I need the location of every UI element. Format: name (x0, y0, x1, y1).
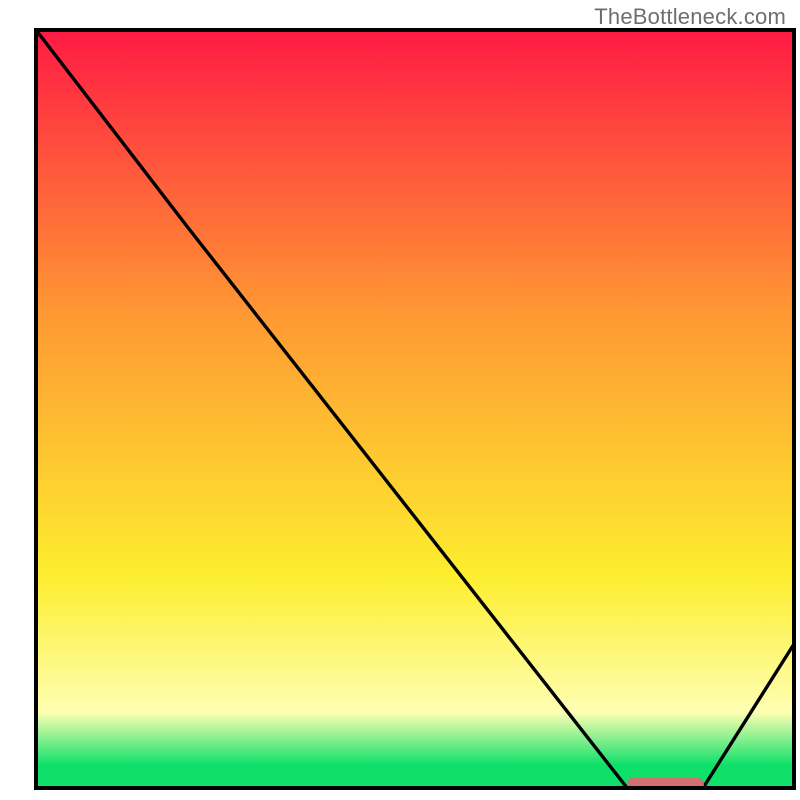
plot-area (36, 30, 794, 792)
chart-container: TheBottleneck.com (0, 0, 800, 800)
chart-svg (0, 0, 800, 800)
attribution-label: TheBottleneck.com (594, 4, 786, 30)
gradient-background (36, 30, 794, 788)
